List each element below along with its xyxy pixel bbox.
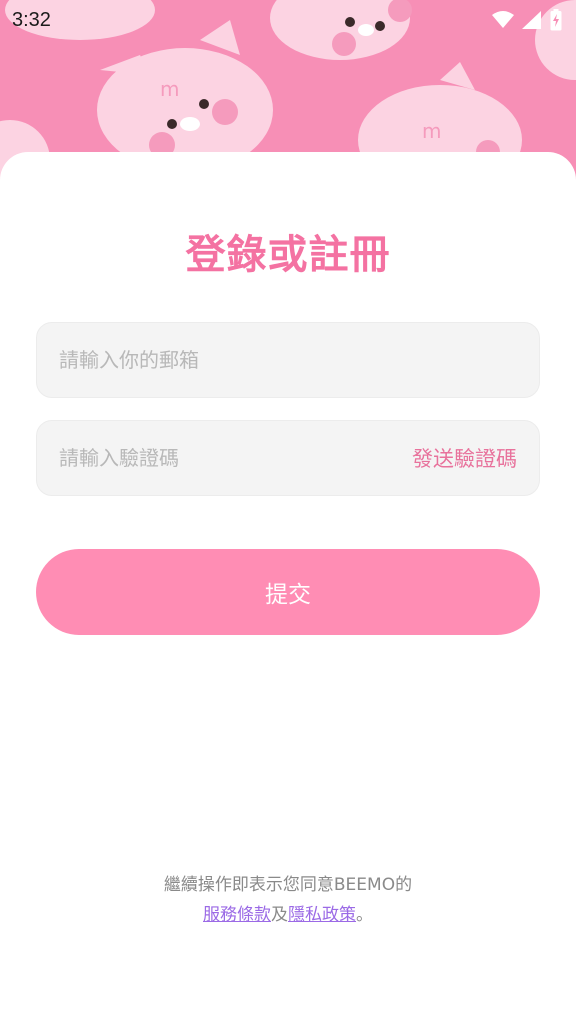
terms-notice: 繼續操作即表示您同意BEEMO的 服務條款及隱私政策。 (0, 870, 576, 930)
terms-prefix: 繼續操作即表示您同意BEEMO的 (163, 875, 413, 895)
submit-button[interactable]: 提交 (36, 549, 540, 635)
status-time: 3:32 (12, 8, 51, 31)
signal-icon (522, 11, 541, 29)
login-card: 登錄或註冊 發送驗證碼 提交 繼續操作即表示您同意BEEMO的 服務條款及隱私政… (0, 152, 576, 1024)
status-icons (492, 9, 562, 31)
terms-suffix: 。 (356, 905, 373, 925)
verification-code-input[interactable] (59, 446, 412, 470)
email-input[interactable] (59, 348, 517, 372)
wifi-icon (492, 11, 514, 28)
email-field-container (36, 322, 540, 398)
svg-text:m: m (160, 77, 179, 101)
terms-of-service-link[interactable]: 服務條款 (203, 905, 271, 925)
send-code-button[interactable]: 發送驗證碼 (412, 443, 517, 473)
battery-charging-icon (550, 9, 562, 31)
svg-text:m: m (422, 119, 441, 143)
code-field-container: 發送驗證碼 (36, 420, 540, 496)
pig-character-center: m (97, 20, 273, 172)
page-title: 登錄或註冊 (185, 232, 391, 278)
status-bar: 3:32 (0, 0, 576, 40)
privacy-policy-link[interactable]: 隱私政策 (288, 905, 356, 925)
terms-links-line: 服務條款及隱私政策。 (0, 900, 576, 930)
terms-connector: 及 (271, 905, 288, 925)
